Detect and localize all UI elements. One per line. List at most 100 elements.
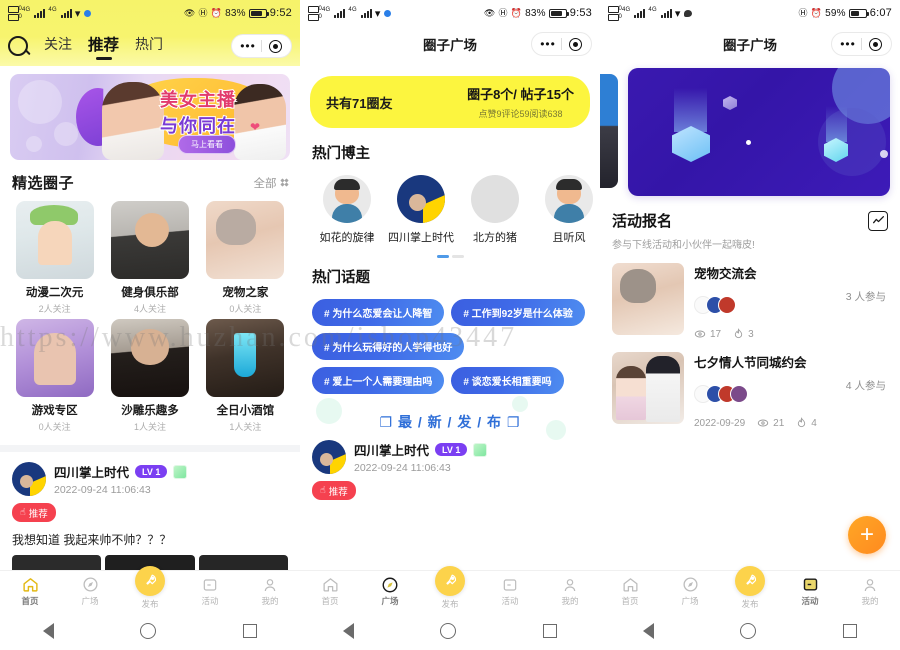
pager-dot-active[interactable] <box>436 255 449 258</box>
blogger-item[interactable]: 如花的旋律 <box>314 175 380 245</box>
android-navigation-bar <box>300 612 600 650</box>
promo-banner[interactable]: 美女主播 与你同在 ❤ 马上看看 <box>10 74 290 160</box>
recents-button-icon[interactable] <box>542 624 557 638</box>
compass-icon <box>82 576 99 593</box>
eye-icon: 👁 <box>483 7 496 18</box>
avatar <box>545 175 593 223</box>
person-icon <box>862 576 878 593</box>
avatar[interactable] <box>312 440 346 474</box>
chart-line-icon[interactable] <box>868 210 888 231</box>
circle-card[interactable]: 宠物之家 0人关注 <box>201 201 290 315</box>
featured-circles-header: 精选圈子 全部 <box>0 160 300 201</box>
view-all-link[interactable]: 全部 <box>254 175 289 191</box>
close-target-icon[interactable] <box>262 39 288 53</box>
circle-card[interactable]: 沙雕乐趣多 1人关注 <box>105 319 194 433</box>
back-button-icon[interactable] <box>343 623 355 639</box>
tabbar-item-mine[interactable]: 我的 <box>240 576 300 607</box>
recents-button-icon[interactable] <box>842 624 857 638</box>
topic-tag[interactable]: # 工作到92岁是什么体验 <box>451 299 585 326</box>
medal-icon <box>473 442 488 457</box>
blogger-item[interactable]: 北方的猪 <box>462 175 528 245</box>
section-title: 热门博主 <box>312 146 370 162</box>
tabbar-item-activity[interactable]: 活动 <box>480 576 540 607</box>
decoration-blob <box>512 396 528 412</box>
banner-cta-button[interactable]: 马上看看 <box>178 135 236 154</box>
mini-program-capsule[interactable]: ••• <box>231 34 292 58</box>
topic-tag[interactable]: # 爱上一个人需要理由吗 <box>312 367 445 394</box>
back-button-icon[interactable] <box>643 623 655 639</box>
add-activity-button[interactable]: + <box>848 516 886 554</box>
network-type-label: 4G <box>22 7 31 13</box>
mini-program-capsule[interactable]: ••• <box>531 32 592 56</box>
feed-post[interactable]: 四川掌上时代 LV 1 2022-09-24 11:06:43 ☝ 推荐 <box>300 434 600 500</box>
blogger-carousel[interactable]: 如花的旋律 四川掌上时代 北方的猪 且听风 <box>312 163 593 245</box>
more-menu-icon[interactable]: ••• <box>535 37 561 51</box>
close-target-icon[interactable] <box>862 37 888 51</box>
clock: 6:07 <box>869 7 892 19</box>
carousel-current-slide[interactable] <box>628 68 890 196</box>
home-button-icon[interactable] <box>440 623 457 639</box>
close-target-icon[interactable] <box>562 37 588 51</box>
tab-follow[interactable]: 关注 <box>44 34 72 58</box>
topic-tag[interactable]: # 为什么玩得好的人学得也好 <box>312 333 465 360</box>
circle-card[interactable]: 全日小酒馆 1人关注 <box>201 319 290 433</box>
tabbar-item-activity[interactable]: 活动 <box>180 576 240 607</box>
heart-icon: ❤ <box>249 120 260 134</box>
banner-person-2 <box>234 84 286 160</box>
feed-post[interactable]: 四川掌上时代 LV 1 2022-09-24 11:06:43 ☝ 推荐 我想知… <box>0 452 300 581</box>
post-text: 我想知道 我起来帅不帅？？？ <box>12 533 172 547</box>
tabbar-label: 发布 <box>141 598 159 609</box>
notification-dot-icon <box>383 9 391 17</box>
more-menu-icon[interactable]: ••• <box>835 37 861 51</box>
topic-tag[interactable]: # 为什么恋爱会让人降智 <box>312 299 445 326</box>
circle-card[interactable]: 健身俱乐部 4人关注 <box>105 201 194 315</box>
pager-dot[interactable] <box>451 255 464 258</box>
recents-button-icon[interactable] <box>242 624 257 638</box>
tabbar-item-square[interactable]: 广场 <box>360 576 420 607</box>
tabbar-item-mine[interactable]: 我的 <box>540 576 600 607</box>
flame-icon <box>798 417 806 428</box>
avatar <box>718 296 736 314</box>
activity-item[interactable]: 宠物交流会 17 3 3 人参与 <box>600 251 900 340</box>
eye-icon <box>757 419 769 427</box>
newest-label: ❐ 最 / 新 / 发 / 布 ❐ <box>380 414 521 430</box>
avatar[interactable] <box>12 462 46 496</box>
tabbar-item-publish[interactable]: 发布 <box>120 565 180 610</box>
rocket-icon[interactable] <box>135 565 165 596</box>
topic-tag[interactable]: # 谈恋爱长相重要吗 <box>451 367 564 394</box>
blogger-item[interactable]: 且听风 <box>536 175 600 245</box>
tab-hot[interactable]: 热门 <box>135 34 163 58</box>
home-icon <box>622 576 639 593</box>
home-button-icon[interactable] <box>140 623 157 639</box>
tabbar-item-home[interactable]: 首页 <box>600 576 660 607</box>
search-icon[interactable] <box>8 36 28 56</box>
circle-card[interactable]: 动漫二次元 2人关注 <box>10 201 99 315</box>
more-menu-icon[interactable]: ••• <box>235 39 261 53</box>
circle-name: 健身俱乐部 <box>121 287 179 299</box>
mini-program-capsule[interactable]: ••• <box>831 32 892 56</box>
activity-date: 2022-09-29 <box>694 417 746 429</box>
tabbar-item-square[interactable]: 广场 <box>60 576 120 607</box>
carousel-prev-slide[interactable] <box>600 74 618 188</box>
activity-banner-carousel[interactable] <box>600 68 900 196</box>
circle-card[interactable]: 游戏专区 0人关注 <box>10 319 99 433</box>
tabbar-item-publish[interactable]: 发布 <box>420 565 480 610</box>
tabbar-item-mine[interactable]: 我的 <box>840 576 900 607</box>
avatar <box>730 385 748 403</box>
tabbar-item-home[interactable]: 首页 <box>0 576 60 607</box>
sparkle-icon <box>880 150 888 158</box>
tabbar-item-square[interactable]: 广场 <box>660 576 720 607</box>
rocket-icon[interactable] <box>435 565 465 596</box>
tab-recommend[interactable]: 推荐 <box>88 33 119 59</box>
back-button-icon[interactable] <box>43 623 55 639</box>
home-button-icon[interactable] <box>740 623 757 639</box>
tabbar-item-publish[interactable]: 发布 <box>720 565 780 610</box>
tabbar-item-activity[interactable]: 活动 <box>780 576 840 607</box>
network-type-label: 4G <box>622 7 631 13</box>
tabbar-item-home[interactable]: 首页 <box>300 576 360 607</box>
activity-item[interactable]: 七夕情人节同城约会 2022-09-29 21 4 4 人参与 <box>600 340 900 429</box>
blogger-item[interactable]: 四川掌上时代 <box>388 175 454 245</box>
rocket-icon[interactable] <box>735 565 765 596</box>
activity-title: 七夕情人节同城约会 <box>694 356 807 370</box>
post-author-name: 四川掌上时代 <box>354 444 430 458</box>
